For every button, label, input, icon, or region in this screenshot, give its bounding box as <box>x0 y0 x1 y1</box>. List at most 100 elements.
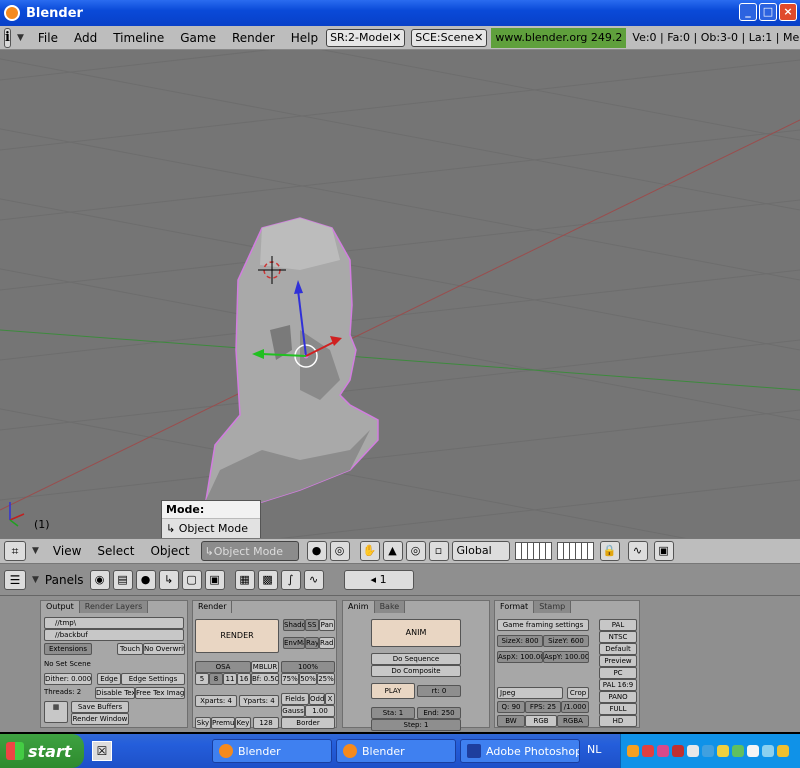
close-button[interactable]: × <box>779 3 797 21</box>
ray-toggle[interactable]: Ray <box>305 637 319 649</box>
threads-field[interactable]: Threads: 2 <box>44 687 94 697</box>
tray-icon[interactable] <box>732 745 744 757</box>
layer-buttons-2[interactable] <box>556 542 594 560</box>
tray-icon[interactable] <box>777 745 789 757</box>
orientation-selector[interactable]: Global <box>451 541 510 561</box>
manipulator-hand-icon[interactable]: ✋ <box>359 541 380 561</box>
script-context-icon[interactable]: ▤ <box>112 569 133 590</box>
output-path-field[interactable]: //tmp\ <box>44 617 184 629</box>
preset-default[interactable]: Default <box>599 643 637 655</box>
free-tex-image-toggle[interactable]: Free Tex Image <box>135 687 185 699</box>
object-context-icon[interactable]: ↳ <box>158 569 179 590</box>
mblur-toggle[interactable]: MBLUR <box>251 661 279 673</box>
logic-context-icon[interactable]: ◉ <box>89 569 110 590</box>
sky-toggle[interactable]: Sky <box>195 717 211 729</box>
no-overwrite-toggle[interactable]: No Overwrite <box>143 643 185 655</box>
mode-popup-object-mode[interactable]: ↳ Object Mode <box>162 519 260 538</box>
border-toggle[interactable]: Border <box>281 717 335 729</box>
ss-toggle[interactable]: SS <box>305 619 319 631</box>
window-type-icon[interactable]: ⌗ <box>4 541 26 561</box>
screen-selector[interactable]: SR:2-Model ✕ <box>326 28 406 47</box>
envmap-toggle[interactable]: EnvMa <box>283 637 305 649</box>
odd-toggle[interactable]: Odd <box>309 693 325 705</box>
tray-icon[interactable] <box>642 745 654 757</box>
size-75-toggle[interactable]: 75% <box>281 673 299 685</box>
size-25-toggle[interactable]: 25% <box>317 673 335 685</box>
shading-context-icon[interactable]: ● <box>135 569 156 590</box>
collapse-triangle-icon[interactable]: ▼ <box>17 33 24 43</box>
bw-toggle[interactable]: BW <box>497 715 525 727</box>
header-collapse-icon[interactable]: ▼ <box>32 546 39 556</box>
scene-context-icon[interactable]: ▣ <box>204 569 225 590</box>
start-frame-field[interactable]: Sta: 1 <box>371 707 415 719</box>
osa-16[interactable]: 16 <box>237 673 251 685</box>
anim-button[interactable]: ANIM <box>371 619 461 647</box>
step-field[interactable]: Step: 1 <box>371 719 461 731</box>
rgb-toggle[interactable]: RGB <box>525 715 557 727</box>
save-buffers-toggle[interactable]: Save Buffers <box>71 701 129 713</box>
tab-render-layers[interactable]: Render Layers <box>79 601 149 613</box>
menu-object[interactable]: Object <box>142 544 197 558</box>
menu-select[interactable]: Select <box>89 544 142 558</box>
tray-icon[interactable] <box>672 745 684 757</box>
buttons-collapse-icon[interactable]: ▼ <box>32 575 39 585</box>
minimize-button[interactable]: _ <box>739 3 757 21</box>
preset-pal[interactable]: PAL <box>599 619 637 631</box>
quicklaunch-icon[interactable]: ☒ <box>92 741 112 761</box>
mode-selector[interactable]: ↳ Object Mode <box>200 541 299 561</box>
task-blender-1[interactable]: Blender <box>212 739 332 763</box>
preset-pc[interactable]: PC <box>599 667 637 679</box>
fields-toggle[interactable]: Fields <box>281 693 309 705</box>
tab-anim[interactable]: Anim <box>343 601 375 613</box>
render-button[interactable]: RENDER <box>195 619 279 653</box>
frame-counter[interactable]: ◂ 1 <box>343 569 414 590</box>
no-set-scene-label[interactable]: No Set Scene <box>44 659 124 669</box>
tray-icon[interactable] <box>702 745 714 757</box>
menu-timeline[interactable]: Timeline <box>105 31 172 45</box>
task-blender-2[interactable]: Blender <box>336 739 456 763</box>
head-mesh[interactable] <box>205 217 379 503</box>
size-100-toggle[interactable]: 100% <box>281 661 335 673</box>
rotate-icon[interactable]: ◎ <box>405 541 426 561</box>
maximize-button[interactable]: □ <box>759 3 777 21</box>
fps-base-field[interactable]: /1.000 <box>561 701 589 713</box>
dither-field[interactable]: Dither: 0.000 <box>44 673 92 685</box>
buttons-window-type-icon[interactable]: ☰ <box>4 569 26 590</box>
tab-stamp[interactable]: Stamp <box>534 601 572 613</box>
task-photoshop[interactable]: Adobe Photoshop CS... <box>460 739 580 763</box>
file-format-selector[interactable]: Jpeg <box>497 687 563 699</box>
tray-icon[interactable] <box>762 745 774 757</box>
menu-view[interactable]: View <box>45 544 89 558</box>
frame-arrow-left-icon[interactable]: ◂ <box>371 573 380 586</box>
editing-context-icon[interactable]: ▢ <box>181 569 202 590</box>
preset-full[interactable]: FULL <box>599 703 637 715</box>
tab-format[interactable]: Format <box>495 601 535 613</box>
tray-icon[interactable] <box>627 745 639 757</box>
wave-buttons-icon[interactable]: ∿ <box>303 569 324 590</box>
anim-buttons-icon[interactable]: ▩ <box>257 569 278 590</box>
render-buttons-icon[interactable]: ▦ <box>234 569 255 590</box>
osa-toggle[interactable]: OSA <box>195 661 251 673</box>
menu-file[interactable]: File <box>30 31 66 45</box>
scale-icon[interactable]: ▫ <box>428 541 449 561</box>
delete-screen-icon[interactable]: ✕ <box>392 31 401 44</box>
render-preview-icon[interactable]: ▣ <box>653 541 674 561</box>
aspx-field[interactable]: AspX: 100.00 <box>497 651 543 663</box>
osa-5[interactable]: 5 <box>195 673 209 685</box>
draw-type-icon[interactable]: ● <box>306 541 327 561</box>
yparts-field[interactable]: Yparts: 4 <box>239 695 279 707</box>
xparts-field[interactable]: Xparts: 4 <box>195 695 237 707</box>
premul-toggle[interactable]: Premul <box>211 717 235 729</box>
rgba-toggle[interactable]: RGBA <box>557 715 589 727</box>
tray-icon[interactable] <box>687 745 699 757</box>
touch-toggle[interactable]: Touch <box>117 643 143 655</box>
filter-selector[interactable]: Gauss <box>281 705 305 717</box>
preset-pano[interactable]: PANO <box>599 691 637 703</box>
bits-selector[interactable]: 128 <box>253 717 279 729</box>
shadow-toggle[interactable]: Shado <box>283 619 305 631</box>
osa-8[interactable]: 8 <box>209 673 223 685</box>
filter-size-field[interactable]: 1.00 <box>305 705 335 717</box>
snap-icon[interactable]: ∿ <box>627 541 648 561</box>
tray-icon[interactable] <box>717 745 729 757</box>
pivot-icon[interactable]: ◎ <box>329 541 350 561</box>
